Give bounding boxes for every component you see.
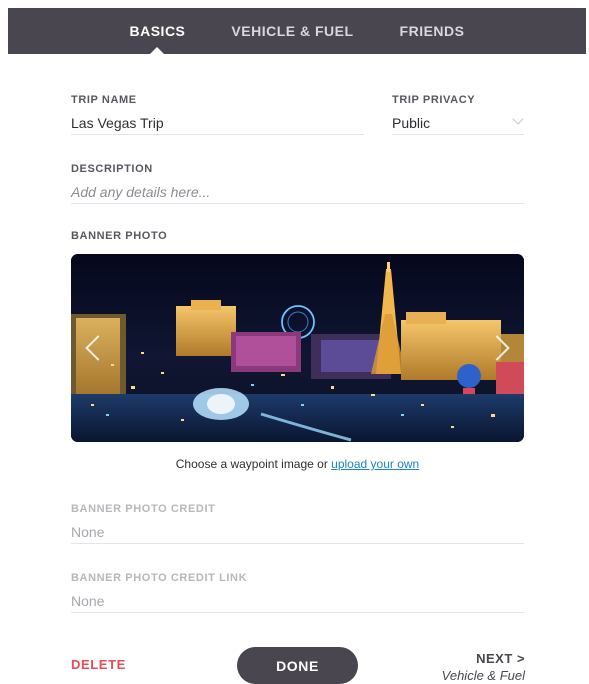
banner-prev-button[interactable]: [79, 330, 111, 366]
description-label: DESCRIPTION: [71, 163, 153, 175]
next-label: NEXT >: [476, 651, 525, 666]
next-button[interactable]: NEXT > Vehicle & Fuel: [442, 651, 525, 683]
description-field: DESCRIPTION Add any details here...: [71, 163, 524, 204]
description-input[interactable]: Add any details here...: [71, 177, 524, 204]
tab-basics-label: BASICS: [129, 23, 186, 39]
trip-privacy-value: Public: [392, 115, 431, 131]
chevron-down-icon: [512, 113, 524, 125]
banner-caption: Choose a waypoint image or upload your o…: [71, 457, 524, 471]
tab-vehicle-fuel[interactable]: VEHICLE & FUEL: [231, 8, 353, 54]
banner-credit-input[interactable]: None: [71, 517, 524, 544]
banner-photo-field: BANNER PHOTO: [71, 230, 524, 244]
tab-bar: BASICS VEHICLE & FUEL FRIENDS: [8, 8, 586, 54]
tab-friends-label: FRIENDS: [399, 23, 465, 39]
banner-credit-link-label: BANNER PHOTO CREDIT LINK: [71, 572, 248, 584]
banner-credit-field: BANNER PHOTO CREDIT None: [71, 503, 524, 544]
trip-name-label: TRIP NAME: [71, 94, 137, 106]
trip-name-field: TRIP NAME Las Vegas Trip: [71, 94, 364, 135]
tab-friends[interactable]: FRIENDS: [400, 8, 465, 54]
banner-photo-label: BANNER PHOTO: [71, 230, 168, 242]
upload-your-own-link[interactable]: upload your own: [331, 457, 419, 471]
banner-credit-link-input[interactable]: None: [71, 586, 524, 613]
trip-privacy-label: TRIP PRIVACY: [392, 94, 476, 106]
tab-basics[interactable]: BASICS: [130, 8, 186, 54]
banner-caption-text: Choose a waypoint image or: [175, 457, 332, 471]
trip-privacy-field: TRIP PRIVACY Public: [392, 94, 524, 135]
banner-next-button[interactable]: [484, 330, 516, 366]
banner-credit-link-field: BANNER PHOTO CREDIT LINK None: [71, 572, 524, 613]
banner-credit-label: BANNER PHOTO CREDIT: [71, 503, 216, 515]
trip-privacy-select[interactable]: Public: [392, 108, 524, 135]
banner-photo: [71, 254, 524, 442]
next-step-label: Vehicle & Fuel: [441, 668, 525, 683]
active-tab-indicator: [150, 47, 165, 54]
tab-vehicle-fuel-label: VEHICLE & FUEL: [231, 23, 354, 39]
trip-name-input[interactable]: Las Vegas Trip: [71, 108, 364, 135]
delete-button[interactable]: DELETE: [71, 657, 126, 672]
done-button[interactable]: DONE: [237, 647, 358, 684]
banner-photo-image: [71, 254, 524, 442]
